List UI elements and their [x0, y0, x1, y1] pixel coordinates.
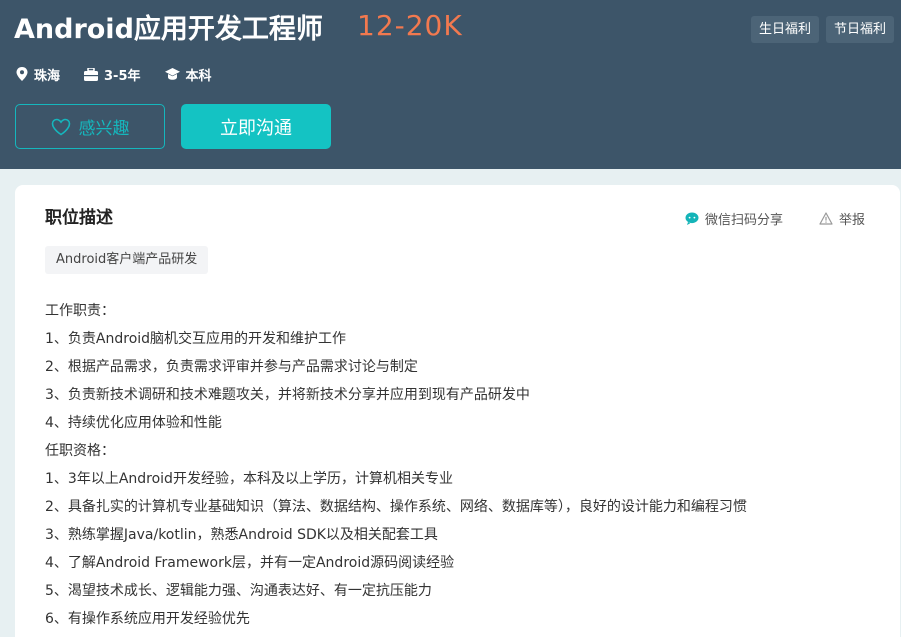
- description-line: 1、3年以上Android开发经验，本科及以上学历，计算机相关专业: [45, 471, 453, 487]
- education-text: 本科: [185, 68, 212, 84]
- job-description-card: 职位描述 微信扫码分享 举报 Android客户端产品研发 工作职责： 1、负责…: [15, 185, 900, 637]
- description-line: 5、渴望技术成长、逻辑能力强、沟通表达好、有一定抗压能力: [45, 583, 432, 599]
- heart-icon: [51, 118, 79, 136]
- description-line: 3、熟练掌握Java/kotlin，熟悉Android SDK以及相关配套工具: [45, 527, 438, 543]
- location-text: 珠海: [34, 68, 61, 84]
- benefit-tags: 生日福利 节日福利: [750, 16, 894, 43]
- description-line: 4、了解Android Framework层，并有一定Android源码阅读经验: [45, 555, 455, 571]
- description-line: 2、具备扎实的计算机专业基础知识（算法、数据结构、操作系统、网络、数据库等），良…: [45, 499, 747, 515]
- description-line: 1、负责Android脑机交互应用的开发和维护工作: [45, 331, 347, 347]
- wechat-icon: [685, 212, 705, 225]
- skill-tag: Android客户端产品研发: [45, 246, 209, 274]
- graduation-cap-icon: [164, 68, 186, 80]
- briefcase-icon: [84, 67, 104, 81]
- report-link[interactable]: 举报: [819, 209, 865, 228]
- job-title: Android应用开发工程师: [14, 14, 323, 45]
- description-line: 4、持续优化应用体验和性能: [45, 415, 222, 431]
- warning-icon: [819, 212, 839, 225]
- job-meta: 珠海 3-5年 本科: [16, 64, 236, 84]
- job-header: Android应用开发工程师 12-20K 生日福利 节日福利 珠海 3-5年 …: [0, 0, 901, 169]
- benefit-tag: 生日福利: [750, 16, 819, 43]
- job-description-text: 工作职责： 1、负责Android脑机交互应用的开发和维护工作 2、根据产品需求…: [45, 297, 865, 633]
- report-label: 举报: [839, 213, 866, 228]
- meta-education: 本科: [164, 64, 212, 84]
- description-line: 6、有操作系统应用开发经验优先: [45, 611, 250, 627]
- interest-button[interactable]: 感兴趣: [15, 104, 165, 149]
- chat-now-button[interactable]: 立即沟通: [181, 104, 331, 149]
- description-line: 工作职责：: [45, 303, 115, 319]
- meta-experience: 3-5年: [84, 64, 141, 84]
- salary: 12-20K: [357, 9, 463, 42]
- wechat-share-label: 微信扫码分享: [705, 213, 784, 228]
- description-line: 2、根据产品需求，负责需求评审并参与产品需求讨论与制定: [45, 359, 418, 375]
- description-line: 3、负责新技术调研和技术难题攻关，并将新技术分享并应用到现有产品研发中: [45, 387, 530, 403]
- benefit-tag: 节日福利: [825, 16, 894, 43]
- meta-location: 珠海: [16, 64, 60, 84]
- description-line: 任职资格：: [45, 443, 115, 459]
- wechat-share-link[interactable]: 微信扫码分享: [685, 209, 783, 228]
- experience-text: 3-5年: [104, 68, 141, 84]
- section-title: 职位描述: [45, 208, 113, 228]
- location-pin-icon: [16, 67, 34, 81]
- interest-label: 感兴趣: [78, 119, 130, 139]
